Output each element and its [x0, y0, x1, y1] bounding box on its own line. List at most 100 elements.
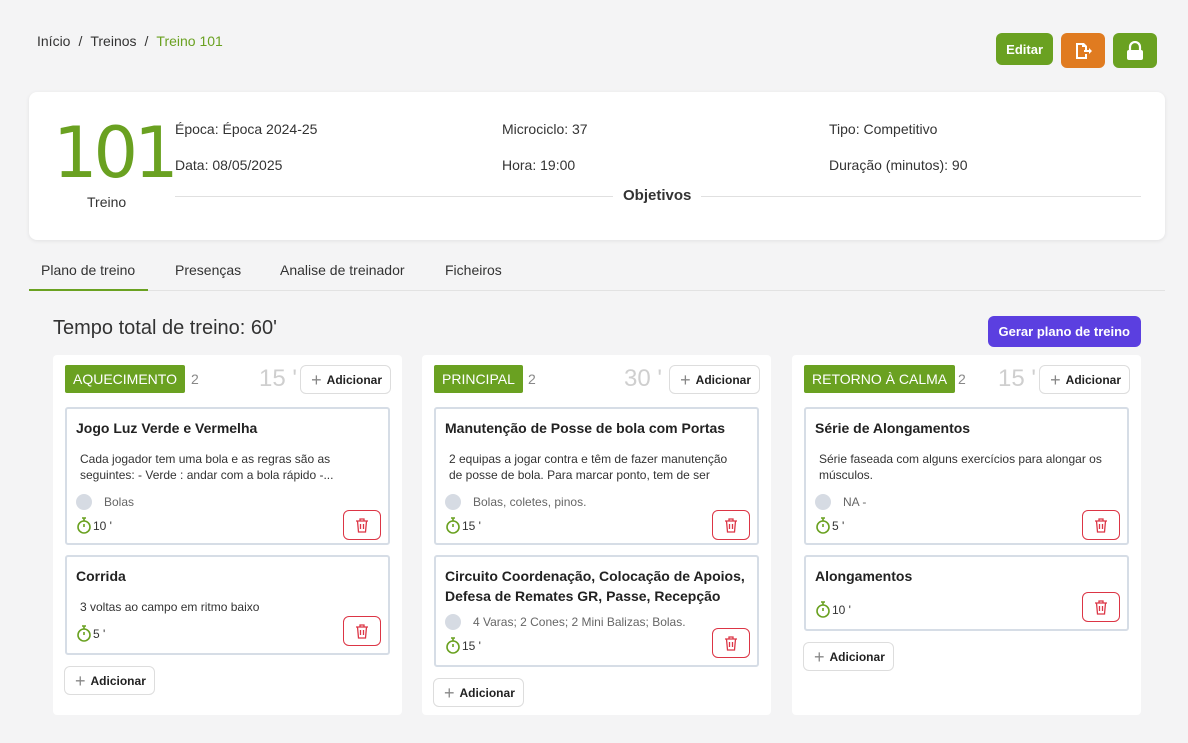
material-text: 4 Varas; 2 Cones; 2 Mini Balizas; Bolas.	[473, 615, 686, 629]
trash-icon	[356, 623, 368, 639]
tab-analise-treinador[interactable]: Analise de treinador	[280, 251, 405, 291]
plus-icon: +	[444, 682, 455, 703]
material-dot-icon	[76, 494, 92, 510]
trash-icon	[725, 517, 737, 533]
duration-text: 10 '	[832, 602, 851, 617]
top-actions: Editar	[996, 33, 1157, 68]
material-text: Bolas, coletes, pinos.	[473, 495, 587, 509]
delete-button[interactable]	[712, 628, 750, 658]
exercise-card[interactable]: Série de Alongamentos Série faseada com …	[804, 407, 1129, 545]
exercise-title: Alongamentos	[815, 568, 913, 584]
exercise-duration: 10 '	[815, 601, 851, 618]
exercise-title: Manutenção de Posse de bola com Portas	[445, 420, 726, 436]
stopwatch-icon	[77, 517, 91, 534]
breadcrumb: Início / Treinos / Treino 101	[37, 33, 223, 49]
material-dot-icon	[815, 494, 831, 510]
objectives-title: Objetivos	[613, 187, 702, 204]
add-exercise-header-button[interactable]: + Adicionar	[669, 365, 760, 394]
delete-button[interactable]	[1082, 592, 1120, 622]
add-exercise-header-button[interactable]: + Adicionar	[1039, 365, 1130, 394]
add-label: Adicionar	[459, 685, 515, 700]
exercise-material: Bolas	[76, 494, 134, 510]
exercise-title: Série de Alongamentos	[815, 420, 971, 436]
breadcrumb-home[interactable]: Início	[37, 33, 70, 49]
stopwatch-icon	[77, 625, 91, 642]
add-label: Adicionar	[1065, 372, 1121, 387]
lock-icon	[1127, 40, 1143, 60]
tab-presencas[interactable]: Presenças	[175, 251, 241, 291]
duration-text: 5 '	[832, 518, 845, 533]
exercise-description: Cada jogador tem uma bola e as regras sã…	[80, 452, 334, 482]
session-info-card: 101 Treino Época: Época 2024-25 Data: 08…	[29, 92, 1165, 240]
column-time: 15 '	[259, 365, 297, 392]
tab-ficheiros[interactable]: Ficheiros	[445, 251, 502, 291]
plus-icon: +	[75, 670, 86, 691]
column-count: 2	[958, 371, 966, 387]
exercise-card[interactable]: Manutenção de Posse de bola com Portas 2…	[434, 407, 759, 545]
exercise-description: Série faseada com alguns exercícios para…	[819, 452, 1102, 482]
session-number: 101	[53, 112, 179, 194]
breadcrumb-separator: /	[78, 33, 83, 49]
type-field: Tipo: Competitivo	[829, 121, 938, 137]
column-header: AQUECIMENTO 2 15 ' + Adicionar	[65, 365, 391, 394]
date-field: Data: 08/05/2025	[175, 157, 283, 173]
column-title: RETORNO À CALMA	[804, 365, 956, 393]
add-exercise-header-button[interactable]: + Adicionar	[300, 365, 391, 394]
column-time: 15 '	[998, 365, 1036, 392]
exercise-duration: 15 '	[445, 637, 481, 654]
delete-button[interactable]	[1082, 510, 1120, 540]
plus-icon: +	[814, 646, 825, 667]
season-field: Época: Época 2024-25	[175, 121, 318, 137]
lock-button[interactable]	[1113, 33, 1157, 68]
breadcrumb-treinos[interactable]: Treinos	[90, 33, 136, 49]
stopwatch-icon	[816, 517, 830, 534]
plus-icon: +	[1050, 369, 1061, 390]
exercise-description: 3 voltas ao campo em ritmo baixo	[80, 600, 260, 614]
exercise-material: NA -	[815, 494, 866, 510]
total-time: Tempo total de treino: 60'	[53, 317, 277, 339]
stopwatch-icon	[446, 637, 460, 654]
breadcrumb-separator: /	[144, 33, 149, 49]
column-count: 2	[528, 371, 536, 387]
material-text: NA -	[843, 495, 867, 509]
exercise-card[interactable]: Circuito Coordenação, Colocação de Apoio…	[434, 555, 759, 667]
exercise-duration: 10 '	[76, 517, 112, 534]
tab-plano-de-treino[interactable]: Plano de treino	[29, 251, 148, 291]
delete-button[interactable]	[712, 510, 750, 540]
exercise-title: Jogo Luz Verde e Vermelha	[76, 420, 258, 436]
exercise-card[interactable]: Corrida 3 voltas ao campo em ritmo baixo…	[65, 555, 390, 655]
exercise-material: 4 Varas; 2 Cones; 2 Mini Balizas; Bolas.	[445, 614, 686, 630]
add-exercise-button[interactable]: + Adicionar	[803, 642, 894, 671]
exercise-title: Corrida	[76, 568, 126, 584]
stopwatch-icon	[816, 601, 830, 618]
exercise-card[interactable]: Jogo Luz Verde e Vermelha Cada jogador t…	[65, 407, 390, 545]
breadcrumb-current: Treino 101	[156, 33, 223, 49]
stopwatch-icon	[446, 517, 460, 534]
duration-text: 5 '	[93, 626, 106, 641]
exercise-title: Circuito Coordenação, Colocação de Apoio…	[445, 568, 745, 604]
column-title: AQUECIMENTO	[65, 365, 185, 393]
add-label: Adicionar	[695, 372, 751, 387]
time-field: Hora: 19:00	[502, 157, 576, 173]
plus-icon: +	[680, 369, 691, 390]
exercise-duration: 5 '	[76, 625, 105, 642]
add-exercise-button[interactable]: + Adicionar	[433, 678, 524, 707]
delete-button[interactable]	[343, 616, 381, 646]
plus-icon: +	[311, 369, 322, 390]
column-time: 30 '	[624, 365, 662, 392]
generate-plan-button[interactable]: Gerar plano de treino	[987, 316, 1141, 347]
exercise-duration: 5 '	[815, 517, 844, 534]
exercise-material: Bolas, coletes, pinos.	[445, 494, 586, 510]
delete-button[interactable]	[343, 510, 381, 540]
add-label: Adicionar	[829, 649, 885, 664]
add-exercise-button[interactable]: + Adicionar	[64, 666, 155, 695]
duration-field: Duração (minutos): 90	[829, 157, 968, 173]
tabs: Plano de treino Presenças Analise de tre…	[29, 251, 1165, 291]
edit-button[interactable]: Editar	[996, 33, 1053, 65]
duration-text: 15 '	[462, 638, 481, 653]
session-number-label: Treino	[87, 194, 127, 210]
column-count: 2	[191, 371, 199, 387]
export-button[interactable]	[1061, 33, 1105, 68]
exercise-card[interactable]: Alongamentos 10 '	[804, 555, 1129, 631]
add-label: Adicionar	[90, 673, 146, 688]
